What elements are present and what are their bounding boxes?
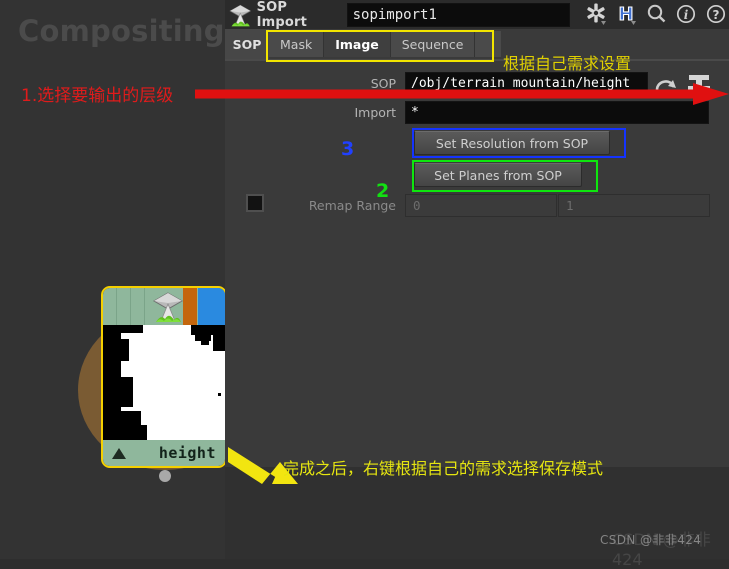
node-name-input[interactable]: sopimport1 xyxy=(346,2,571,27)
svg-text:?: ? xyxy=(713,8,720,22)
node-type-label: SOP Import xyxy=(256,0,308,30)
houdini-h-icon[interactable]: H xyxy=(614,2,639,27)
tab-sop-root[interactable]: SOP xyxy=(225,29,269,59)
annotation-red-arrow xyxy=(195,83,729,105)
import-label: Import xyxy=(354,105,397,120)
annotation-number-3: 3 xyxy=(341,138,355,160)
remap-range-max-input[interactable]: 1 xyxy=(558,194,710,217)
parameter-header: SOP Import sopimport1 H i ? xyxy=(225,0,729,30)
node-header xyxy=(103,288,225,325)
search-icon[interactable] xyxy=(644,2,669,27)
annotation-number-2: 2 xyxy=(376,180,390,202)
sop-import-node-icon xyxy=(152,292,184,322)
node-thumbnail-image xyxy=(103,325,225,442)
remap-range-min-input[interactable]: 0 xyxy=(405,194,557,217)
node-header-stripe xyxy=(117,288,131,325)
set-planes-highlight-box xyxy=(412,160,598,192)
node-bypass-flag[interactable] xyxy=(183,288,197,325)
annotation-bottom-text: 完成之后，右键根据自己的需求选择保存模式 xyxy=(283,459,604,478)
node-header-stripe xyxy=(103,288,117,325)
tabs-highlight-box xyxy=(266,30,494,62)
remap-range-checkbox[interactable] xyxy=(246,194,264,212)
svg-text:i: i xyxy=(684,8,689,22)
node-footer[interactable]: height xyxy=(103,440,225,466)
param-row-remap-range: Remap Range 0 1 xyxy=(225,194,729,217)
node-output-connector[interactable] xyxy=(159,470,171,482)
watermark: CSDN @非非424 xyxy=(600,533,702,547)
help-icon[interactable]: ? xyxy=(704,2,729,27)
parameter-header-icons: H i ? xyxy=(579,2,729,27)
app-root: Compositing height SOP Import sopimport1… xyxy=(0,0,729,569)
annotation-top-right-text: 根据自己需求设置 xyxy=(503,54,632,73)
node-name-label: height xyxy=(158,444,216,462)
gear-icon[interactable] xyxy=(584,2,609,27)
parameter-pane: SOP Import sopimport1 H i ? SOP Mask Ima… xyxy=(225,0,729,467)
node-header-stripe xyxy=(131,288,145,325)
node-display-flag[interactable] xyxy=(198,288,225,325)
sop-import-icon xyxy=(229,4,252,26)
info-icon[interactable]: i xyxy=(674,2,699,27)
svg-text:H: H xyxy=(618,4,633,25)
node-height[interactable]: height xyxy=(101,286,227,468)
annotation-step1-text: 1.选择要输出的层级 xyxy=(21,86,174,106)
set-resolution-highlight-box xyxy=(412,128,626,158)
network-editor-title: Compositing xyxy=(18,14,225,48)
node-collapse-triangle-icon[interactable] xyxy=(112,447,126,459)
